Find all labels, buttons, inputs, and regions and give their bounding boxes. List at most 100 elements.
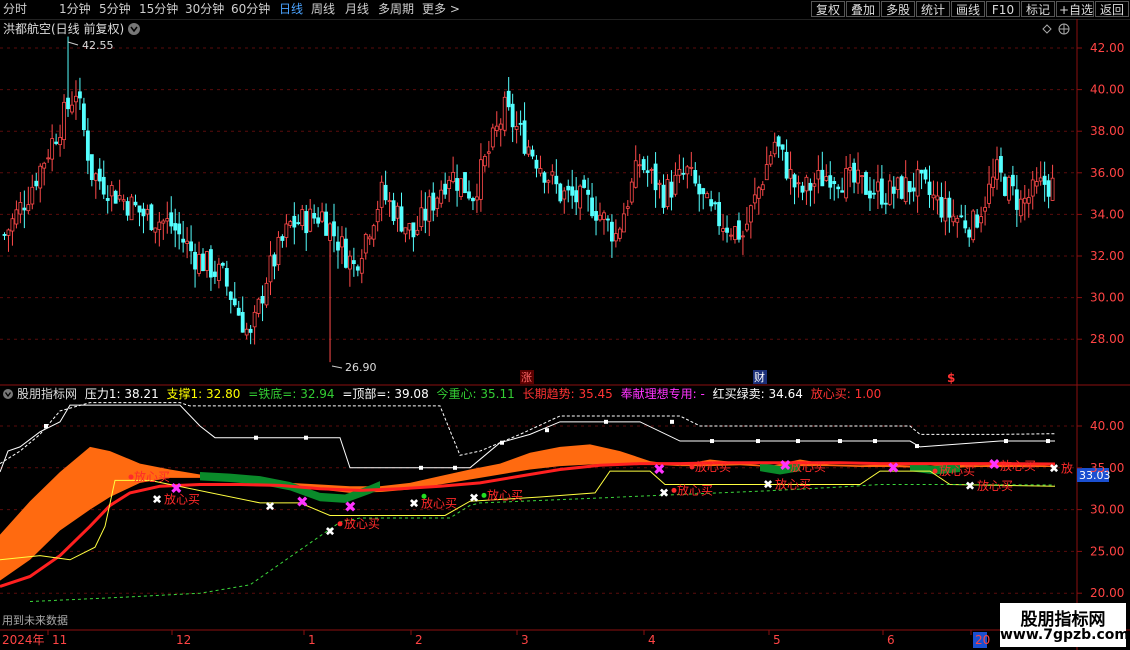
- tab-monthly[interactable]: 月线: [345, 2, 369, 17]
- tab-60min[interactable]: 60分钟: [231, 2, 270, 17]
- dividend-marker[interactable]: $: [947, 371, 955, 385]
- x-axis: 2024年 11 12 1 2 3 4 5 6 20: [2, 630, 990, 648]
- candle-body: [415, 229, 420, 235]
- candle-body: [717, 202, 721, 227]
- candle-body: [610, 221, 614, 242]
- candle-body: [963, 220, 968, 229]
- tab-weekly[interactable]: 周线: [311, 2, 335, 17]
- candle-body: [864, 172, 868, 195]
- financial-report-marker[interactable]: 财: [753, 370, 767, 384]
- candle-body: [1034, 181, 1039, 187]
- add-watchlist-button[interactable]: +自选: [1056, 1, 1094, 17]
- candle-body: [574, 190, 579, 203]
- candle-body: [498, 123, 503, 130]
- price-y-axis: 42.00 40.00 38.00 36.00 34.00 32.00 30.00 28.00: [1077, 41, 1124, 346]
- candle-body: [653, 163, 658, 191]
- candle-body: [395, 205, 400, 219]
- buy-signal-label: 放心买: [775, 477, 811, 492]
- candle-body: [748, 205, 753, 223]
- candle-body: [883, 202, 888, 205]
- statistics-button[interactable]: 统计: [916, 1, 950, 17]
- candle-body: [26, 204, 31, 212]
- candle-body: [788, 168, 793, 179]
- svg-text:42.55: 42.55: [82, 39, 114, 52]
- candle-body: [558, 183, 563, 202]
- candle-body: [197, 253, 201, 274]
- candle-body: [959, 215, 964, 218]
- month-label: 3: [521, 633, 529, 647]
- multi-stock-button[interactable]: 多股: [881, 1, 915, 17]
- white-signal-icon: ✖: [1049, 462, 1059, 476]
- candle-body: [169, 212, 174, 227]
- candle-body: [1046, 180, 1051, 197]
- tab-1min[interactable]: 1分钟: [59, 2, 91, 17]
- candle-body: [30, 186, 35, 205]
- candle-body: [685, 166, 690, 175]
- stock-title: 洪都航空(日线 前复权): [3, 21, 124, 36]
- candle-body: [459, 178, 463, 197]
- candle-body: [240, 311, 245, 333]
- pressure-marker: [710, 439, 714, 444]
- fuquan-button[interactable]: 复权: [811, 1, 845, 17]
- candle-body: [836, 186, 841, 190]
- price-grid: [0, 47, 1077, 340]
- tab-15min[interactable]: 15分钟: [139, 2, 178, 17]
- candle-body: [721, 228, 725, 232]
- svg-text:$: $: [947, 371, 955, 385]
- tab-more[interactable]: 更多 >: [422, 2, 460, 17]
- pressure-marker: [545, 428, 549, 433]
- candle-body: [129, 196, 134, 221]
- draw-line-button[interactable]: 画线: [951, 1, 985, 17]
- candle-body: [312, 213, 317, 219]
- month-label: 20: [975, 633, 990, 647]
- candle-body: [78, 91, 82, 99]
- buy-signal-label: 放心买: [939, 463, 975, 478]
- tab-daily[interactable]: 日线: [279, 2, 303, 17]
- candle-body: [935, 195, 940, 201]
- buy-signal-label: 放心买: [695, 459, 731, 474]
- candle-body: [101, 176, 106, 195]
- tab-5min[interactable]: 5分钟: [99, 2, 131, 17]
- diamond-icon[interactable]: [1042, 24, 1052, 34]
- f10-button[interactable]: F10: [986, 1, 1020, 17]
- candle-body: [586, 189, 590, 195]
- candle-body: [538, 168, 543, 174]
- candle-body: [534, 159, 539, 169]
- candle-body: [224, 268, 229, 287]
- chart-area[interactable]: 洪都航空(日线 前复权) 42.55 26.90 涨 财 $ 42.00 40.0…: [0, 19, 1130, 650]
- candle-body: [427, 196, 432, 222]
- candle-body: [355, 266, 360, 271]
- back-button[interactable]: 返回: [1095, 1, 1129, 17]
- candle-body: [1003, 176, 1007, 196]
- signal-dot: [932, 468, 938, 474]
- indicator-header: 股朋指标网 压力1: 38.21 支撑1: 32.80 =铁底=: 32.94 …: [3, 386, 881, 401]
- indicator-settings-icon[interactable]: [3, 389, 13, 399]
- candle-body: [919, 169, 924, 174]
- candle-body: [141, 208, 146, 217]
- tab-multi-period[interactable]: 多周期: [378, 2, 414, 17]
- period-toolbar: 分时 1分钟 5分钟 15分钟 30分钟 60分钟 日线 周线 月线 多周期 更…: [0, 0, 1130, 20]
- settings-icon[interactable]: [1058, 23, 1070, 35]
- overlay-button[interactable]: 叠加: [846, 1, 880, 17]
- tab-30min[interactable]: 30分钟: [185, 2, 224, 17]
- candle-body: [939, 197, 944, 218]
- mark-button[interactable]: 标记: [1021, 1, 1055, 17]
- limit-up-marker[interactable]: 涨: [520, 370, 534, 384]
- candle-body: [582, 179, 587, 188]
- magenta-signal-icon: ✖: [344, 498, 357, 516]
- title-dropdown-icon[interactable]: [128, 23, 140, 35]
- candle-body: [625, 206, 630, 209]
- candle-body: [185, 240, 190, 244]
- candle-body: [97, 168, 102, 182]
- candle-body: [566, 185, 571, 191]
- price-tick-label: 32.00: [1090, 249, 1124, 263]
- candle-body: [304, 211, 309, 234]
- candle-body: [50, 138, 55, 160]
- tab-fenshi[interactable]: 分时: [3, 2, 27, 17]
- candle-body: [236, 307, 241, 316]
- candle-body: [554, 175, 559, 185]
- candle-body: [510, 103, 515, 128]
- candle-body: [713, 202, 718, 205]
- support-line: [0, 470, 1056, 561]
- candle-body: [550, 171, 555, 176]
